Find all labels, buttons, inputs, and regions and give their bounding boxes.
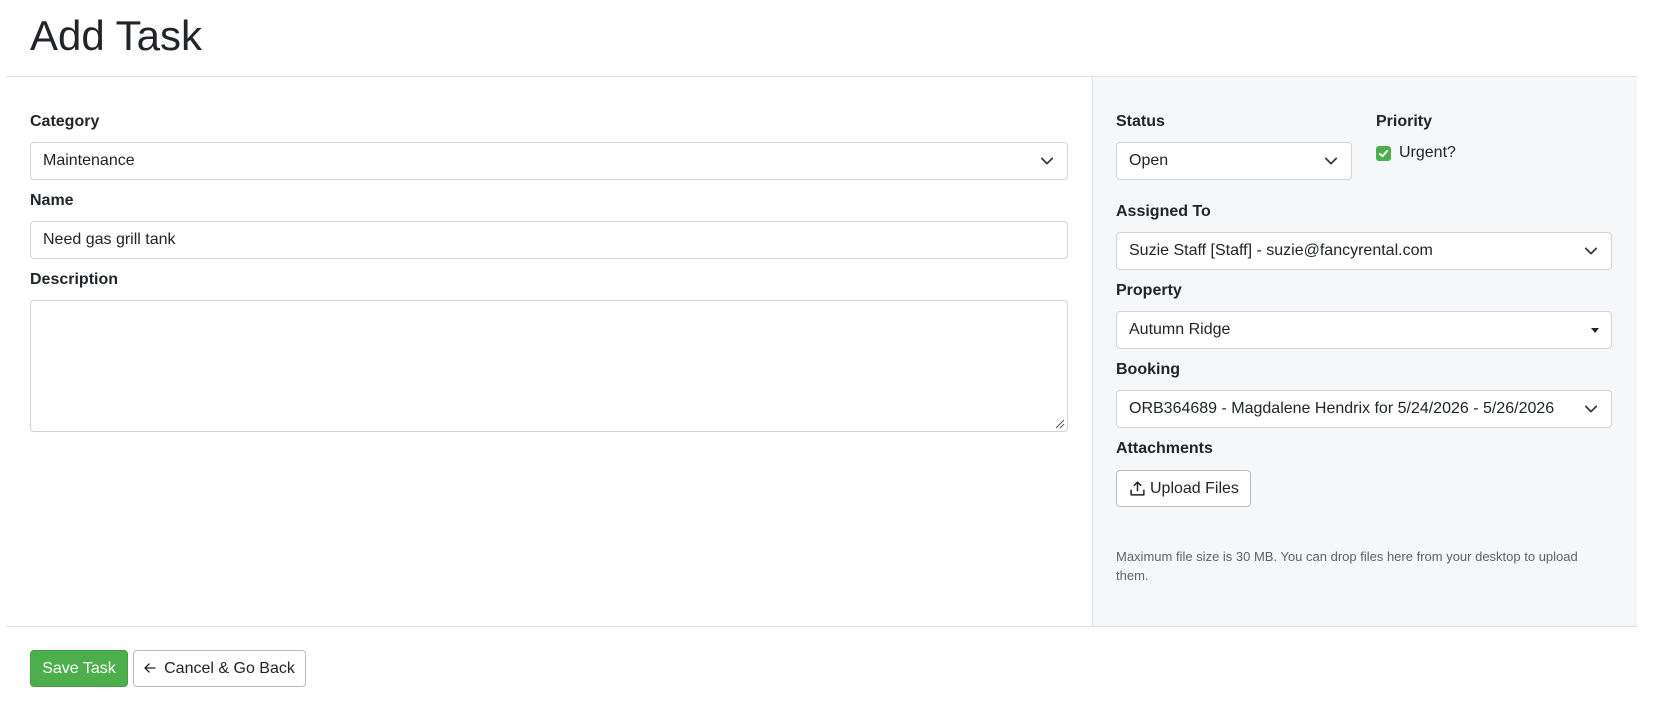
description-label: Description — [30, 271, 119, 288]
attachments-help-text: Maximum file size is 30 MB. You can drop… — [1116, 549, 1578, 583]
chevron-down-icon — [1583, 401, 1599, 417]
save-task-button[interactable]: Save Task — [30, 650, 128, 687]
description-textarea[interactable] — [30, 300, 1068, 432]
property-label: Property — [1116, 282, 1182, 299]
status-value: Open — [1129, 152, 1169, 169]
chevron-down-icon — [1323, 153, 1339, 169]
upload-files-button[interactable]: Upload Files — [1116, 470, 1251, 507]
name-value: Need gas grill tank — [43, 231, 176, 248]
urgent-checkbox[interactable] — [1376, 146, 1391, 161]
save-task-label: Save Task — [42, 659, 116, 677]
booking-value: ORB364689 - Magdalene Hendrix for 5/24/2… — [1129, 400, 1555, 417]
property-value: Autumn Ridge — [1129, 321, 1231, 338]
resize-grip-icon[interactable] — [1055, 419, 1065, 429]
urgent-checkbox-label[interactable]: Urgent? — [1399, 143, 1456, 163]
check-icon — [1378, 149, 1389, 158]
cancel-label: Cancel & Go Back — [164, 659, 295, 677]
footer-divider — [6, 626, 1637, 627]
category-select[interactable]: Maintenance — [30, 142, 1068, 180]
name-label: Name — [30, 192, 74, 209]
property-select[interactable]: Autumn Ridge — [1116, 311, 1612, 349]
status-label: Status — [1116, 113, 1165, 130]
booking-label: Booking — [1116, 361, 1180, 378]
assigned-to-select[interactable]: Suzie Staff [Staff] - suzie@fancyrental.… — [1116, 232, 1612, 270]
page-title: Add Task — [30, 12, 202, 59]
upload-files-label: Upload Files — [1150, 479, 1239, 497]
upload-icon — [1130, 481, 1145, 496]
assigned-to-value: Suzie Staff [Staff] - suzie@fancyrental.… — [1129, 242, 1433, 259]
assigned-to-label: Assigned To — [1116, 203, 1211, 220]
cancel-button[interactable]: Cancel & Go Back — [133, 650, 306, 687]
arrow-left-icon — [144, 661, 156, 677]
caret-down-icon — [1591, 327, 1599, 333]
priority-label: Priority — [1376, 113, 1433, 130]
booking-select[interactable]: ORB364689 - Magdalene Hendrix for 5/24/2… — [1116, 390, 1612, 428]
category-label: Category — [30, 113, 100, 130]
chevron-down-icon — [1583, 243, 1599, 259]
chevron-down-icon — [1039, 153, 1055, 169]
attachments-label: Attachments — [1116, 440, 1213, 457]
category-value: Maintenance — [43, 152, 135, 169]
name-input[interactable]: Need gas grill tank — [30, 221, 1068, 259]
status-select[interactable]: Open — [1116, 142, 1352, 180]
